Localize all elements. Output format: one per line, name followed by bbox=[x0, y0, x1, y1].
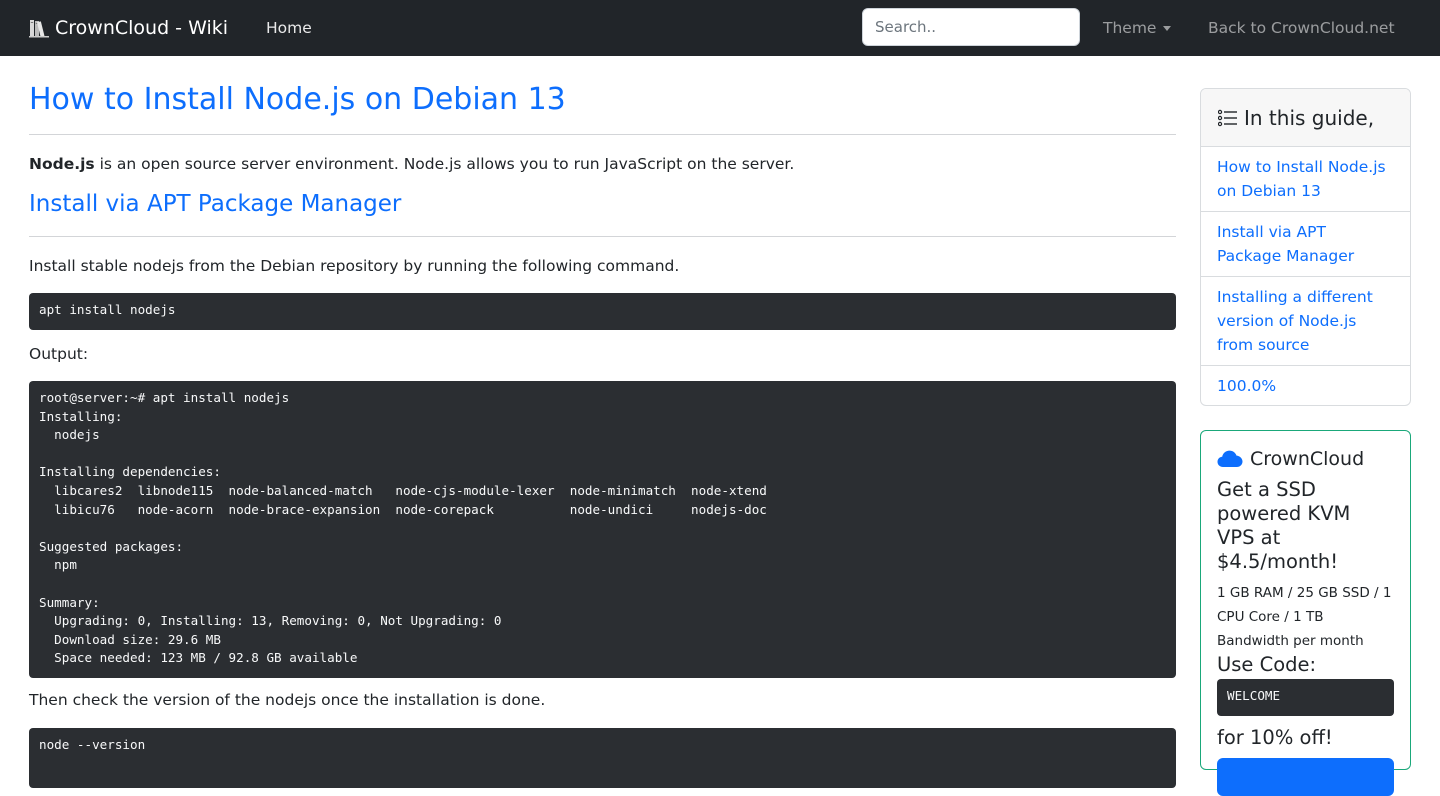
version-command-block: node --version bbox=[29, 728, 1176, 788]
section-divider bbox=[29, 236, 1176, 237]
toc-header: In this guide, bbox=[1201, 89, 1410, 147]
section-heading: Install via APT Package Manager bbox=[29, 191, 402, 217]
install-command-block: apt install nodejs bbox=[29, 293, 1176, 330]
theme-dropdown[interactable]: Theme bbox=[1103, 16, 1172, 40]
page-title: How to Install Node.js on Debian 13 bbox=[29, 82, 566, 117]
install-paragraph: Install stable nodejs from the Debian re… bbox=[29, 257, 680, 275]
nav-home-link[interactable]: Home bbox=[266, 16, 312, 40]
intro-paragraph: Node.js is an open source server environ… bbox=[29, 152, 794, 176]
search-input[interactable] bbox=[862, 8, 1080, 46]
toc-item-title[interactable]: How to Install Node.js on Debian 13 bbox=[1201, 147, 1410, 212]
toc-item-source[interactable]: Installing a different version of Node.j… bbox=[1201, 277, 1410, 366]
promo-order-button[interactable] bbox=[1217, 758, 1394, 796]
intro-text: is an open source server environment. No… bbox=[94, 155, 795, 173]
output-code-block: root@server:~# apt install nodejs Instal… bbox=[29, 381, 1176, 678]
back-to-site-link[interactable]: Back to CrownCloud.net bbox=[1208, 16, 1395, 40]
check-version-paragraph: Then check the version of the nodejs onc… bbox=[29, 691, 546, 709]
promo-code: WELCOME bbox=[1217, 679, 1394, 716]
table-of-contents: In this guide, How to Install Node.js on… bbox=[1200, 88, 1411, 406]
theme-label: Theme bbox=[1103, 19, 1157, 37]
toc-title: In this guide, bbox=[1244, 105, 1375, 130]
toc-item-apt[interactable]: Install via APT Package Manager bbox=[1201, 212, 1410, 277]
output-label: Output: bbox=[29, 345, 89, 363]
promo-specs: 1 GB RAM / 25 GB SSD / 1 CPU Core / 1 TB… bbox=[1217, 585, 1392, 649]
caret-down-icon bbox=[1163, 25, 1172, 31]
brand-text: CrownCloud - Wiki bbox=[55, 17, 229, 39]
intro-bold: Node.js bbox=[29, 155, 95, 173]
promo-use-code-label: Use Code: bbox=[1217, 653, 1317, 676]
promo-headline: Get a SSD powered KVM VPS at $4.5/month! bbox=[1217, 478, 1351, 573]
top-navbar: CrownCloud - Wiki Home Theme Back to Cro… bbox=[0, 0, 1440, 56]
promo-header: CrownCloud bbox=[1217, 445, 1394, 473]
brand-link[interactable]: CrownCloud - Wiki bbox=[29, 14, 228, 42]
cloud-icon bbox=[1217, 450, 1243, 467]
list-icon bbox=[1218, 109, 1237, 126]
promo-card: CrownCloud Get a SSD powered KVM VPS at … bbox=[1200, 430, 1411, 796]
books-icon bbox=[29, 20, 49, 38]
toc-item-progress[interactable]: 100.0% bbox=[1201, 366, 1410, 405]
title-divider bbox=[29, 134, 1176, 135]
promo-discount: for 10% off! bbox=[1217, 726, 1333, 749]
promo-brand: CrownCloud bbox=[1250, 448, 1365, 470]
